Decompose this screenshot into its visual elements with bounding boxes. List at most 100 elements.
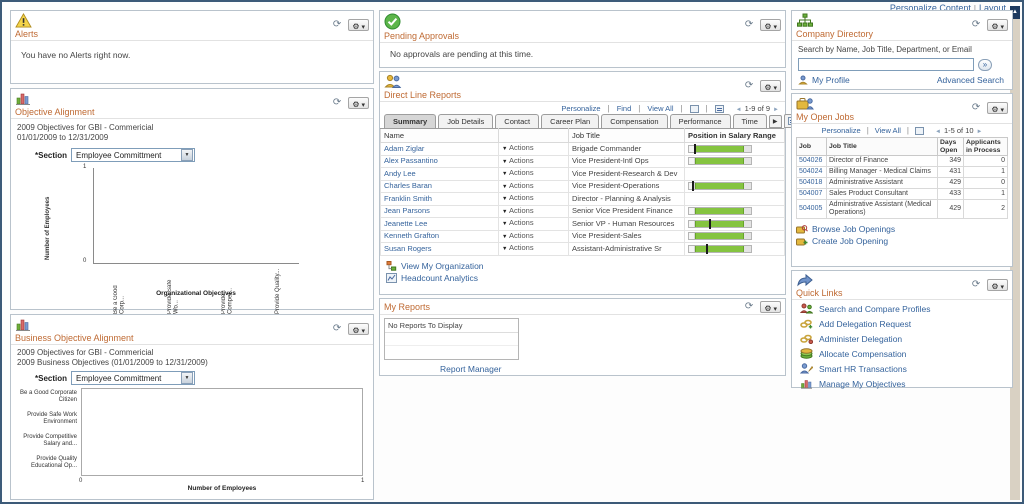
tab-performance[interactable]: Performance bbox=[669, 114, 731, 128]
actions-dropdown[interactable]: Actions bbox=[502, 218, 534, 227]
first-page-icon[interactable] bbox=[736, 104, 742, 113]
table-row: 504005 Administrative Assistant (Medical… bbox=[796, 199, 1008, 219]
panel-title: Alerts bbox=[15, 29, 39, 39]
add-delegation-request-link[interactable]: Add Delegation Request bbox=[819, 319, 911, 329]
applicants-cell: 0 bbox=[963, 155, 1008, 167]
refresh-icon[interactable] bbox=[745, 20, 753, 30]
actions-dropdown[interactable]: Actions bbox=[502, 143, 534, 152]
tab-job-details[interactable]: Job Details bbox=[438, 114, 494, 128]
gear-menu-button[interactable] bbox=[987, 102, 1008, 114]
actions-dropdown[interactable]: Actions bbox=[502, 243, 534, 252]
job-id-link[interactable]: 504005 bbox=[799, 205, 822, 212]
employee-name-link[interactable]: Charles Baran bbox=[384, 181, 432, 190]
my-profile-link[interactable]: My Profile bbox=[812, 75, 850, 85]
administer-delegation-link[interactable]: Administer Delegation bbox=[819, 334, 902, 344]
headcount-analytics-link[interactable]: Headcount Analytics bbox=[401, 273, 478, 283]
actions-dropdown[interactable]: Actions bbox=[502, 193, 534, 202]
divider bbox=[904, 126, 912, 135]
actions-dropdown[interactable]: Actions bbox=[502, 206, 534, 215]
gear-menu-button[interactable] bbox=[348, 97, 369, 109]
find-link[interactable]: Find bbox=[617, 104, 632, 113]
employee-name-link[interactable]: Susan Rogers bbox=[384, 244, 432, 253]
popout-icon[interactable] bbox=[914, 126, 924, 135]
job-id-link[interactable]: 504024 bbox=[799, 168, 822, 175]
refresh-icon[interactable] bbox=[972, 280, 980, 290]
actions-dropdown[interactable]: Actions bbox=[502, 168, 534, 177]
employee-name-link[interactable]: Adam Ziglar bbox=[384, 144, 424, 153]
chevron-down-icon bbox=[361, 320, 365, 338]
browse-job-openings-link[interactable]: Browse Job Openings bbox=[812, 224, 895, 234]
allocate-compensation-link[interactable]: Allocate Compensation bbox=[819, 349, 906, 359]
employee-name-link[interactable]: Franklin Smith bbox=[384, 194, 432, 203]
create-job-opening-link[interactable]: Create Job Opening bbox=[812, 236, 888, 246]
business-objective-alignment-panel: Business Objective Alignment 2009 Object… bbox=[10, 314, 374, 500]
search-go-icon[interactable]: » bbox=[978, 58, 992, 71]
last-page-icon[interactable] bbox=[773, 104, 779, 113]
days-open-cell: 433 bbox=[937, 188, 964, 200]
last-page-icon[interactable] bbox=[977, 126, 983, 135]
tab-summary[interactable]: Summary bbox=[384, 114, 437, 128]
job-id-link[interactable]: 504026 bbox=[799, 157, 822, 164]
open-jobs-table: Job Job Title Days Open Applicants in Pr… bbox=[796, 137, 1008, 219]
table-row: Franklin Smith Actions Director - Planni… bbox=[380, 192, 785, 206]
gear-menu-button[interactable] bbox=[348, 19, 369, 31]
refresh-icon[interactable] bbox=[333, 324, 341, 334]
job-id-link[interactable]: 504007 bbox=[799, 190, 822, 197]
personalize-link[interactable]: Personalize bbox=[821, 126, 860, 135]
gear-menu-button[interactable] bbox=[760, 19, 781, 31]
applicants-cell: 0 bbox=[963, 177, 1008, 189]
section-dropdown[interactable]: Employee Committment bbox=[71, 148, 196, 162]
actions-dropdown[interactable]: Actions bbox=[502, 181, 534, 190]
gear-menu-button[interactable] bbox=[987, 19, 1008, 31]
create-job-opening-row: Create Job Opening bbox=[796, 236, 1008, 246]
view-all-link[interactable]: View All bbox=[875, 126, 901, 135]
refresh-icon[interactable] bbox=[333, 98, 341, 108]
chevron-down-icon bbox=[773, 298, 777, 316]
employee-name-link[interactable]: Jean Parsons bbox=[384, 206, 430, 215]
refresh-icon[interactable] bbox=[972, 20, 980, 30]
job-title-cell: Director - Planning & Analysis bbox=[568, 192, 685, 206]
bar-chart-icon bbox=[15, 91, 369, 106]
view-all-link[interactable]: View All bbox=[647, 104, 673, 113]
search-and-compare-profiles-link[interactable]: Search and Compare Profiles bbox=[819, 304, 931, 314]
report-manager-link[interactable]: Report Manager bbox=[440, 364, 501, 374]
employee-name-link[interactable]: Andy Lee bbox=[384, 169, 416, 178]
manage-my-objectives-link[interactable]: Manage My Objectives bbox=[819, 379, 905, 389]
directory-search-input[interactable] bbox=[798, 58, 974, 71]
gear-menu-button[interactable] bbox=[760, 298, 781, 316]
tab-time[interactable]: Time bbox=[732, 114, 767, 128]
employee-name-link[interactable]: Kenneth Grafton bbox=[384, 231, 439, 240]
y-category-label: Provide Safe Work Environment bbox=[27, 412, 77, 425]
next-tab-icon[interactable]: ▶ bbox=[768, 115, 782, 128]
employee-name-link[interactable]: Jeanette Lee bbox=[384, 219, 427, 228]
refresh-icon[interactable] bbox=[333, 20, 341, 30]
refresh-icon[interactable] bbox=[745, 81, 753, 91]
chevron-down-icon bbox=[1000, 276, 1004, 294]
gear-menu-button[interactable] bbox=[348, 323, 369, 335]
section-dropdown[interactable]: Employee Committment bbox=[71, 371, 196, 385]
tab-compensation[interactable]: Compensation bbox=[601, 114, 668, 128]
gear-menu-button[interactable] bbox=[760, 80, 781, 92]
first-page-icon[interactable] bbox=[935, 126, 941, 135]
job-id-link[interactable]: 504018 bbox=[799, 179, 822, 186]
tab-career-plan[interactable]: Career Plan bbox=[541, 114, 600, 128]
smart-hr-transactions-link[interactable]: Smart HR Transactions bbox=[819, 364, 907, 374]
refresh-icon[interactable] bbox=[972, 103, 980, 113]
col-days-open: Days Open bbox=[937, 137, 964, 156]
actions-dropdown[interactable]: Actions bbox=[502, 156, 534, 165]
download-grid-icon[interactable] bbox=[714, 104, 724, 113]
advanced-search-link[interactable]: Advanced Search bbox=[937, 75, 1004, 85]
panel-title: My Reports bbox=[384, 301, 431, 312]
actions-dropdown[interactable]: Actions bbox=[502, 231, 534, 240]
personalize-link[interactable]: Personalize bbox=[561, 104, 600, 113]
view-my-organization-link[interactable]: View My Organization bbox=[401, 261, 484, 271]
tab-contact[interactable]: Contact bbox=[495, 114, 540, 128]
gear-icon bbox=[991, 16, 998, 34]
applicants-cell: 1 bbox=[963, 188, 1008, 200]
job-title-cell: Administrative Assistant bbox=[826, 177, 938, 189]
employee-name-link[interactable]: Alex Passantino bbox=[384, 156, 438, 165]
gear-menu-button[interactable] bbox=[987, 279, 1008, 291]
table-row: Susan Rogers Actions Assistant-Administr… bbox=[380, 242, 785, 256]
refresh-icon[interactable] bbox=[745, 302, 753, 312]
popout-icon[interactable] bbox=[689, 104, 699, 113]
